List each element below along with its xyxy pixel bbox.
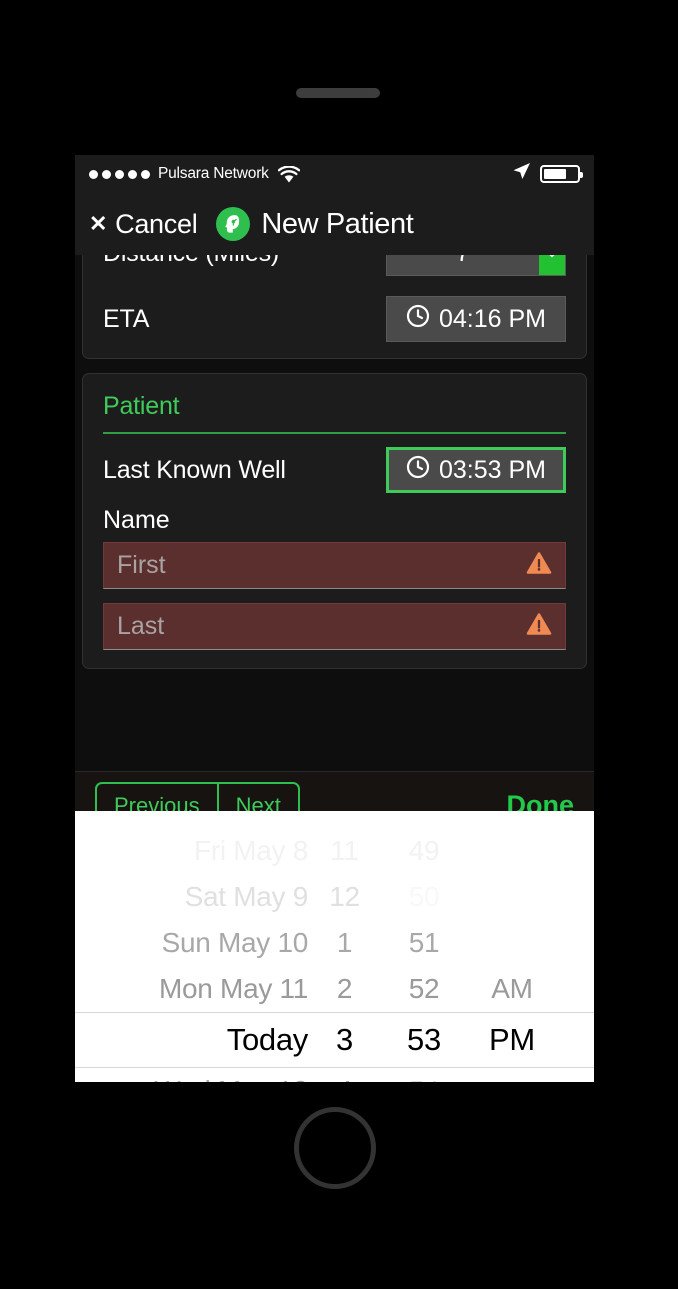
page-title: New Patient: [261, 207, 414, 240]
close-x-icon: ✕: [89, 211, 108, 236]
picker-minute: 51: [408, 927, 440, 958]
picker-row[interactable]: Fri May 8 11 49: [75, 828, 594, 874]
home-button[interactable]: [294, 1107, 376, 1189]
battery-icon: [540, 165, 583, 183]
first-name-input[interactable]: First: [103, 542, 566, 589]
transport-section-card: Distance (Miles) 7 ETA: [82, 255, 587, 359]
clock-icon: [406, 455, 430, 486]
picker-selected-day: Today: [226, 1022, 309, 1057]
done-button[interactable]: Done: [507, 790, 575, 811]
keyboard-accessory-toolbar: Previous Next Done: [75, 771, 594, 811]
row-distance[interactable]: Distance (Miles) 7: [83, 255, 586, 286]
picker-minute: 49: [408, 835, 440, 866]
eta-value: 04:16 PM: [438, 304, 546, 333]
last-known-well-value: 03:53 PM: [438, 455, 546, 484]
navigation-bar: ✕ Cancel New Patient: [75, 193, 594, 255]
patient-section-title: Patient: [103, 392, 180, 420]
picker-hour: 2: [336, 973, 353, 1004]
picker-day: Mon May 11: [159, 973, 308, 1004]
distance-value: 7: [456, 255, 470, 268]
warning-triangle-icon: [526, 612, 552, 641]
clock-icon: [406, 304, 430, 335]
cancel-button[interactable]: ✕ Cancel: [89, 208, 198, 240]
last-name-input[interactable]: Last: [103, 603, 566, 650]
signal-strength-icon: [89, 169, 150, 179]
picker-ampm: AM: [491, 973, 533, 1004]
first-name-placeholder: First: [117, 551, 166, 579]
picker-day: Sun May 10: [161, 927, 309, 958]
patient-section-card: Patient Last Known Well 03:53 PM Name Fi…: [82, 373, 587, 669]
picker-row[interactable]: Mon May 11 2 52 AM: [75, 966, 594, 1012]
last-name-placeholder: Last: [117, 612, 165, 640]
next-button[interactable]: Next: [216, 784, 298, 811]
cancel-label: Cancel: [115, 208, 198, 239]
warning-triangle-icon: [526, 551, 552, 580]
picker-day: Wed May 13: [75, 1075, 308, 1082]
status-bar: Pulsara Network: [75, 155, 594, 193]
speaker-grille: [296, 88, 380, 98]
prev-next-segmented-control[interactable]: Previous Next: [95, 782, 300, 811]
picker-row-selected[interactable]: Today 3 53 PM: [75, 1012, 594, 1068]
picker-selected-minute: 53: [407, 1022, 441, 1057]
location-arrow-icon: [512, 162, 531, 186]
carrier-label: Pulsara Network: [158, 165, 269, 182]
form-scroll-area[interactable]: Distance (Miles) 7 ETA: [75, 255, 594, 811]
eta-time-field[interactable]: 04:16 PM: [386, 296, 566, 342]
chevron-down-icon[interactable]: [539, 255, 565, 275]
device-frame: Pulsara Network ✕ Cancel New Patient ETA…: [0, 0, 678, 1289]
datetime-picker[interactable]: Fri May 8 11 49 Sat May 9 12 50 Sun May …: [75, 811, 594, 1082]
row-last-known-well[interactable]: Last Known Well 03:53 PM: [83, 434, 586, 506]
distance-stepper[interactable]: 7: [386, 255, 566, 276]
picker-selected-ampm: PM: [489, 1022, 535, 1057]
patient-section-header: Patient: [83, 374, 586, 434]
picker-minute: 54: [381, 1075, 467, 1082]
previous-button[interactable]: Previous: [97, 784, 217, 812]
picker-selected-hour: 3: [336, 1022, 353, 1057]
picker-day: Sat May 9: [184, 881, 309, 912]
eta-label: ETA: [103, 304, 150, 333]
row-eta[interactable]: ETA 04:16 PM: [83, 286, 586, 352]
picker-row[interactable]: Sun May 10 1 51: [75, 920, 594, 966]
picker-row[interactable]: Sat May 9 12 50: [75, 874, 594, 920]
last-known-well-label: Last Known Well: [103, 455, 286, 484]
wifi-icon: [277, 165, 300, 183]
picker-minute: 50: [408, 881, 440, 912]
pulsara-head-logo-icon: [216, 207, 251, 241]
name-label: Name: [103, 506, 170, 534]
picker-minute: 52: [408, 973, 440, 1004]
picker-hour: 1: [336, 927, 353, 958]
picker-hour: 11: [330, 835, 359, 866]
distance-label: Distance (Miles): [103, 255, 279, 268]
picker-day: Fri May 8: [194, 835, 308, 866]
picker-hour: 12: [329, 881, 360, 912]
picker-hour: 4: [308, 1075, 381, 1082]
last-known-well-time-field[interactable]: 03:53 PM: [386, 447, 566, 493]
picker-row[interactable]: Wed May 13 4 54: [75, 1068, 594, 1082]
phone-screen: Pulsara Network ✕ Cancel New Patient ETA…: [75, 155, 594, 1082]
